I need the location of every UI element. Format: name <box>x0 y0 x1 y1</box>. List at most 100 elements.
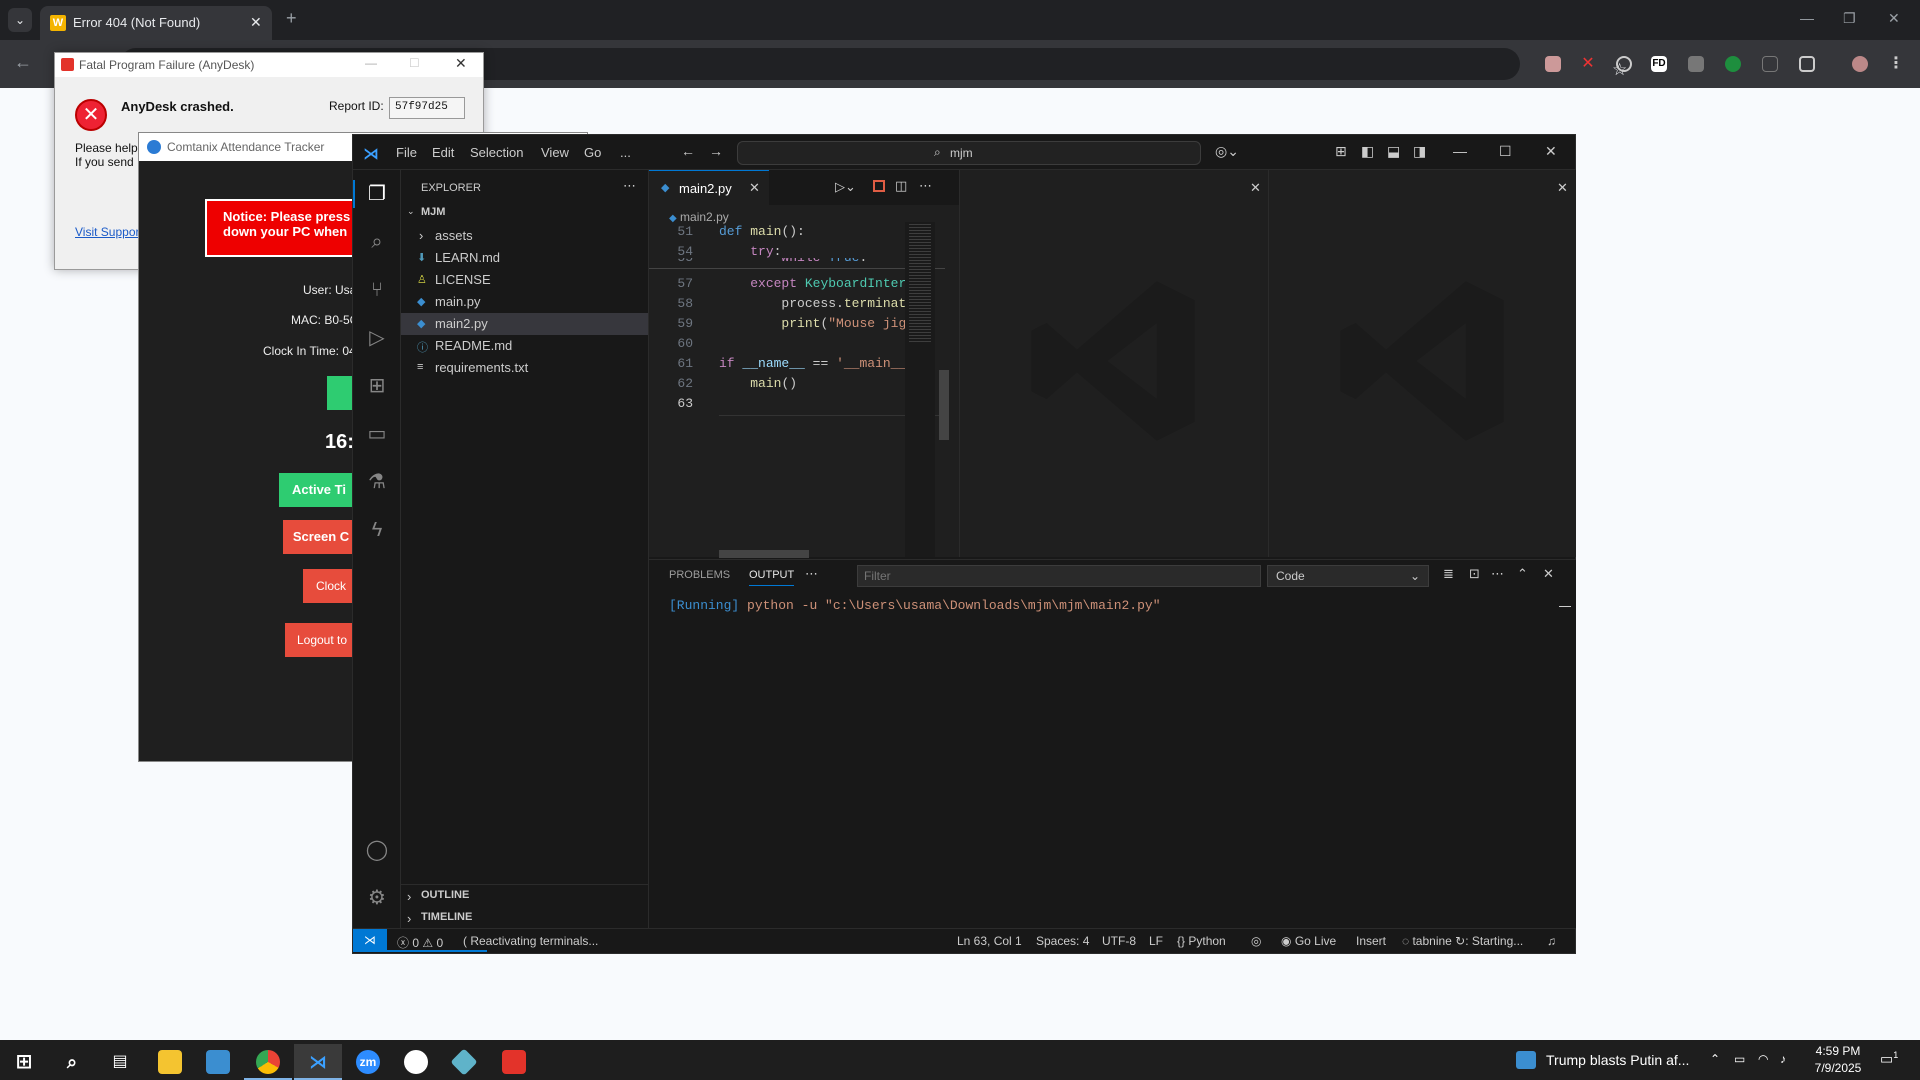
editor-more-icon[interactable]: ⋯ <box>919 178 932 194</box>
close-group-icon[interactable]: ✕ <box>1250 180 1261 196</box>
back-arrow-icon[interactable]: ← <box>14 52 32 73</box>
go-live-button[interactable]: ◉ Go Live <box>1281 934 1336 948</box>
panel-more-icon[interactable]: ⋯ <box>805 566 818 582</box>
outline-section[interactable]: › OUTLINE <box>401 886 648 908</box>
logout-button[interactable]: Logout to <box>285 623 359 657</box>
explorer-more-icon[interactable]: ⋯ <box>623 178 636 194</box>
code-area[interactable]: 51def main(): 54 try: 55 while True: 57 … <box>649 222 945 557</box>
menu-selection[interactable]: Selection <box>470 145 523 160</box>
active-time-button[interactable]: Active Ti <box>279 473 359 507</box>
copilot-status-icon[interactable]: ◎ <box>1251 934 1261 948</box>
testing-icon[interactable]: ⚗ <box>365 470 389 494</box>
volume-icon[interactable]: ♪ <box>1780 1052 1786 1066</box>
dialog-minimize-button[interactable]: — <box>365 56 377 70</box>
extension-green-icon[interactable] <box>1725 56 1741 72</box>
extensions-puzzle-icon[interactable] <box>1799 56 1815 72</box>
start-button[interactable]: ⊞ <box>0 1044 48 1080</box>
maximize-panel-icon[interactable]: ⌃ <box>1517 566 1528 582</box>
search-taskbar-icon[interactable]: ⌕ <box>48 1044 96 1080</box>
report-id-field[interactable]: 57f97d25 <box>389 97 465 119</box>
file-row-assets[interactable]: › assets <box>401 225 648 247</box>
anydesk-taskbar-icon[interactable] <box>490 1044 538 1080</box>
tab-close-icon[interactable]: ✕ <box>250 14 262 31</box>
extensions-icon[interactable]: ⊞ <box>365 374 389 398</box>
task-view-icon[interactable]: ▤ <box>96 1044 144 1080</box>
cursor-position[interactable]: Ln 63, Col 1 <box>957 934 1022 948</box>
panel-more-actions-icon[interactable]: ⋯ <box>1491 566 1504 582</box>
extension-fd-icon[interactable]: FD <box>1651 56 1667 72</box>
menu-file[interactable]: File <box>396 145 417 160</box>
run-file-icon[interactable]: ▷⌄ <box>835 179 856 195</box>
notifications-bell-icon[interactable]: ♫ <box>1547 934 1556 948</box>
clock-out-button[interactable]: Clock <box>303 569 359 603</box>
toggle-sidebar-icon[interactable]: ◧ <box>1361 143 1374 160</box>
split-editor-icon[interactable]: ◫ <box>895 178 907 194</box>
file-row-readme[interactable]: ⓘ README.md <box>401 335 648 357</box>
close-panel-icon[interactable]: ✕ <box>1543 566 1554 582</box>
support-link[interactable]: Visit Suppor <box>75 225 139 239</box>
new-tab-button[interactable]: + <box>286 8 297 29</box>
output-scrollbar[interactable] <box>1559 606 1571 607</box>
chevron-up-icon[interactable]: ⌃ <box>1710 1052 1720 1066</box>
customize-layout-icon[interactable]: ⊞ <box>1335 143 1347 160</box>
clear-output-icon[interactable]: ≣ <box>1443 566 1454 582</box>
timeline-section[interactable]: › TIMELINE <box>401 908 648 930</box>
language-status[interactable]: {} Python <box>1177 934 1226 948</box>
toggle-panel-icon[interactable]: ⬓ <box>1387 143 1400 160</box>
settings-gear-icon[interactable]: ⚙ <box>365 886 389 910</box>
extension-image-icon[interactable] <box>1688 56 1704 72</box>
accounts-icon[interactable]: ◯ <box>365 838 389 862</box>
chrome-taskbar-icon[interactable] <box>244 1044 292 1080</box>
extension-cast-icon[interactable] <box>1762 56 1778 72</box>
news-widget-icon[interactable] <box>1516 1051 1536 1069</box>
file-row-license[interactable]: ♙ LICENSE <box>401 269 648 291</box>
minimize-button[interactable]: — <box>1800 10 1814 26</box>
workspace-header[interactable]: ⌄ MJM <box>401 203 648 225</box>
problems-status[interactable]: ⓧ 0 ⚠ 0 <box>397 934 443 951</box>
insert-mode[interactable]: Insert <box>1356 934 1386 948</box>
clock-date[interactable]: 7/9/2025 <box>1808 1061 1868 1075</box>
file-row-main[interactable]: ◆ main.py <box>401 291 648 313</box>
vscode-taskbar-icon[interactable]: ⋊ <box>294 1044 342 1080</box>
file-row-main2[interactable]: ◆ main2.py <box>401 313 648 335</box>
search-icon[interactable]: ⌕ <box>365 230 389 254</box>
clock-time[interactable]: 4:59 PM <box>1808 1044 1868 1058</box>
file-explorer-icon[interactable] <box>146 1044 194 1080</box>
tab-close-icon[interactable]: ✕ <box>749 180 760 196</box>
menu-edit[interactable]: Edit <box>432 145 454 160</box>
screen-capture-button[interactable]: Screen C <box>283 520 359 554</box>
toggle-secondary-sidebar-icon[interactable]: ◨ <box>1413 143 1426 160</box>
remote-explorer-icon[interactable]: ▭ <box>365 422 389 446</box>
store-icon[interactable] <box>194 1044 242 1080</box>
run-debug-icon[interactable]: ▷ <box>365 326 389 350</box>
close-window-button[interactable]: ✕ <box>1888 10 1900 27</box>
explorer-icon[interactable]: ❐ <box>365 182 389 206</box>
output-filter-input[interactable] <box>857 565 1261 587</box>
vscode-maximize-button[interactable]: ☐ <box>1499 143 1512 160</box>
vscode-close-button[interactable]: ✕ <box>1545 143 1557 160</box>
output-channel-select[interactable]: Code ⌄ <box>1267 565 1429 587</box>
tabnine-status[interactable]: ◌ tabnine ↻: Starting... <box>1402 934 1523 948</box>
tab-output[interactable]: OUTPUT <box>749 569 795 586</box>
remote-indicator-icon[interactable]: ⋊ <box>353 929 387 952</box>
menu-go[interactable]: Go <box>584 145 601 160</box>
extension-globe-icon[interactable] <box>1616 56 1632 72</box>
eol-status[interactable]: LF <box>1149 934 1163 948</box>
encoding-status[interactable]: UTF-8 <box>1102 934 1136 948</box>
file-row-requirements[interactable]: ≡ requirements.txt <box>401 357 648 379</box>
browser-tab[interactable]: W Error 404 (Not Found) ✕ <box>40 6 272 40</box>
app-diamond-icon[interactable] <box>440 1044 488 1080</box>
command-center-search[interactable]: ⌕ mjm <box>737 141 1201 165</box>
horizontal-scrollbar[interactable] <box>719 550 809 558</box>
minimap[interactable] <box>905 222 935 557</box>
nav-back-icon[interactable]: ← <box>681 143 695 159</box>
copilot-icon[interactable]: ◎⌄ <box>1215 143 1239 160</box>
close-group-icon[interactable]: ✕ <box>1557 180 1568 196</box>
file-row-learn[interactable]: ⬇ LEARN.md <box>401 247 648 269</box>
tab-main2[interactable]: ◆ main2.py ✕ <box>649 170 769 205</box>
thunder-client-icon[interactable]: ϟ <box>365 518 389 542</box>
profile-avatar[interactable] <box>1852 56 1868 72</box>
tab-search-button[interactable]: ⌄ <box>8 8 32 32</box>
source-control-icon[interactable]: ⑂ <box>365 278 389 302</box>
browser-menu-icon[interactable]: ⋮ <box>1888 56 1904 72</box>
